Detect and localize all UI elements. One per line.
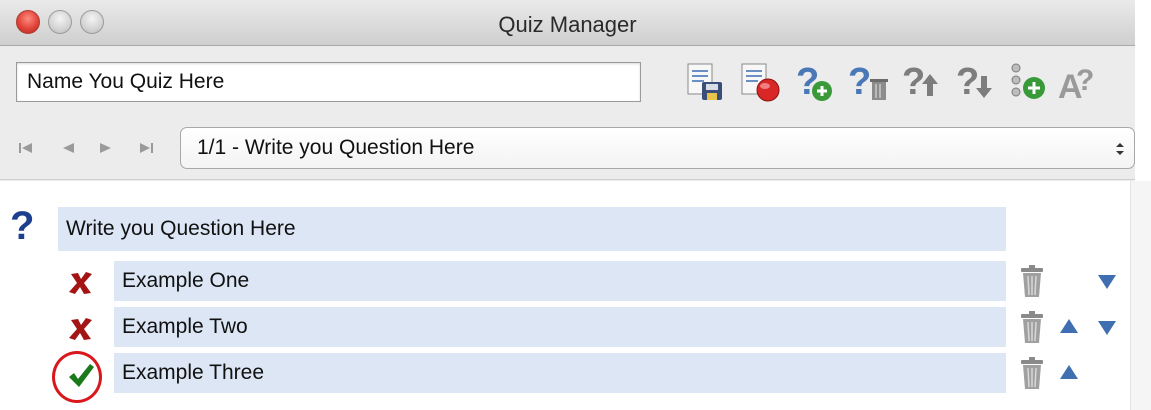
last-icon [140, 143, 153, 153]
previous-icon [63, 143, 74, 153]
chevron-up-down-icon [1116, 143, 1124, 155]
svg-text:?: ? [10, 204, 34, 243]
delete-answer-icon[interactable] [1018, 310, 1046, 344]
delete-quiz-button[interactable] [738, 60, 782, 104]
correct-answer-highlight-circle [52, 351, 102, 403]
move-question-down-button[interactable]: ? [954, 60, 998, 104]
move-answer-up-icon[interactable] [1058, 316, 1080, 338]
save-quiz-button[interactable] [682, 60, 726, 104]
answer-row: Example Two [0, 307, 1135, 349]
incorrect-x-icon[interactable] [66, 315, 96, 343]
svg-text:?: ? [956, 61, 979, 103]
question-editor: ? Write you Question Here Example One Ex… [0, 181, 1135, 410]
question-select-value: 1/1 - Write you Question Here [197, 136, 475, 159]
move-question-down-icon: ? [956, 61, 992, 103]
window-title: Quiz Manager [498, 12, 637, 37]
next-question-button[interactable] [96, 138, 116, 158]
question-mark-icon: ? [10, 204, 34, 243]
move-answer-down-icon[interactable] [1096, 270, 1118, 292]
incorrect-x-icon[interactable] [66, 269, 96, 297]
delete-answer-icon[interactable] [1018, 264, 1046, 298]
svg-text:?: ? [902, 61, 925, 103]
title-bar: Quiz Manager [0, 0, 1135, 46]
delete-quiz-icon [741, 63, 780, 102]
add-answer-button[interactable] [1006, 60, 1050, 104]
delete-answer-icon[interactable] [1018, 356, 1046, 390]
delete-question-button[interactable]: ? [846, 60, 890, 104]
answer-text-field[interactable]: Example Three [114, 353, 1006, 393]
answer-text-field[interactable]: Example Two [114, 307, 1006, 347]
previous-question-button[interactable] [58, 138, 78, 158]
svg-text:?: ? [1076, 64, 1094, 97]
answer-row: Example Three [0, 353, 1135, 395]
first-question-button[interactable] [16, 138, 36, 158]
add-question-icon: ? [796, 61, 832, 103]
move-answer-down-icon[interactable] [1096, 316, 1118, 338]
last-question-button[interactable] [136, 138, 156, 158]
add-question-button[interactable]: ? [792, 60, 836, 104]
move-question-up-icon: ? [902, 61, 938, 103]
quiz-name-input[interactable] [16, 62, 641, 102]
delete-question-icon: ? [848, 61, 888, 103]
move-question-up-button[interactable]: ? [900, 60, 944, 104]
question-text-field[interactable]: Write you Question Here [58, 207, 1006, 251]
add-answer-icon [1011, 63, 1045, 99]
move-answer-up-icon[interactable] [1058, 362, 1080, 384]
first-icon [19, 143, 32, 153]
quiz-manager-window: Quiz Manager ? [0, 0, 1135, 410]
vertical-scrollbar[interactable] [1130, 181, 1151, 410]
next-icon [100, 143, 111, 153]
svg-text:?: ? [848, 61, 871, 103]
answer-row: Example One [0, 261, 1135, 303]
answer-settings-button[interactable]: A ? [1058, 60, 1102, 106]
save-quiz-icon [687, 63, 722, 100]
answer-text-field[interactable]: Example One [114, 261, 1006, 301]
question-navigation-bar: 1/1 - Write you Question Here [0, 118, 1135, 180]
question-select[interactable]: 1/1 - Write you Question Here [180, 127, 1135, 169]
answer-settings-icon: A ? [1058, 64, 1094, 106]
